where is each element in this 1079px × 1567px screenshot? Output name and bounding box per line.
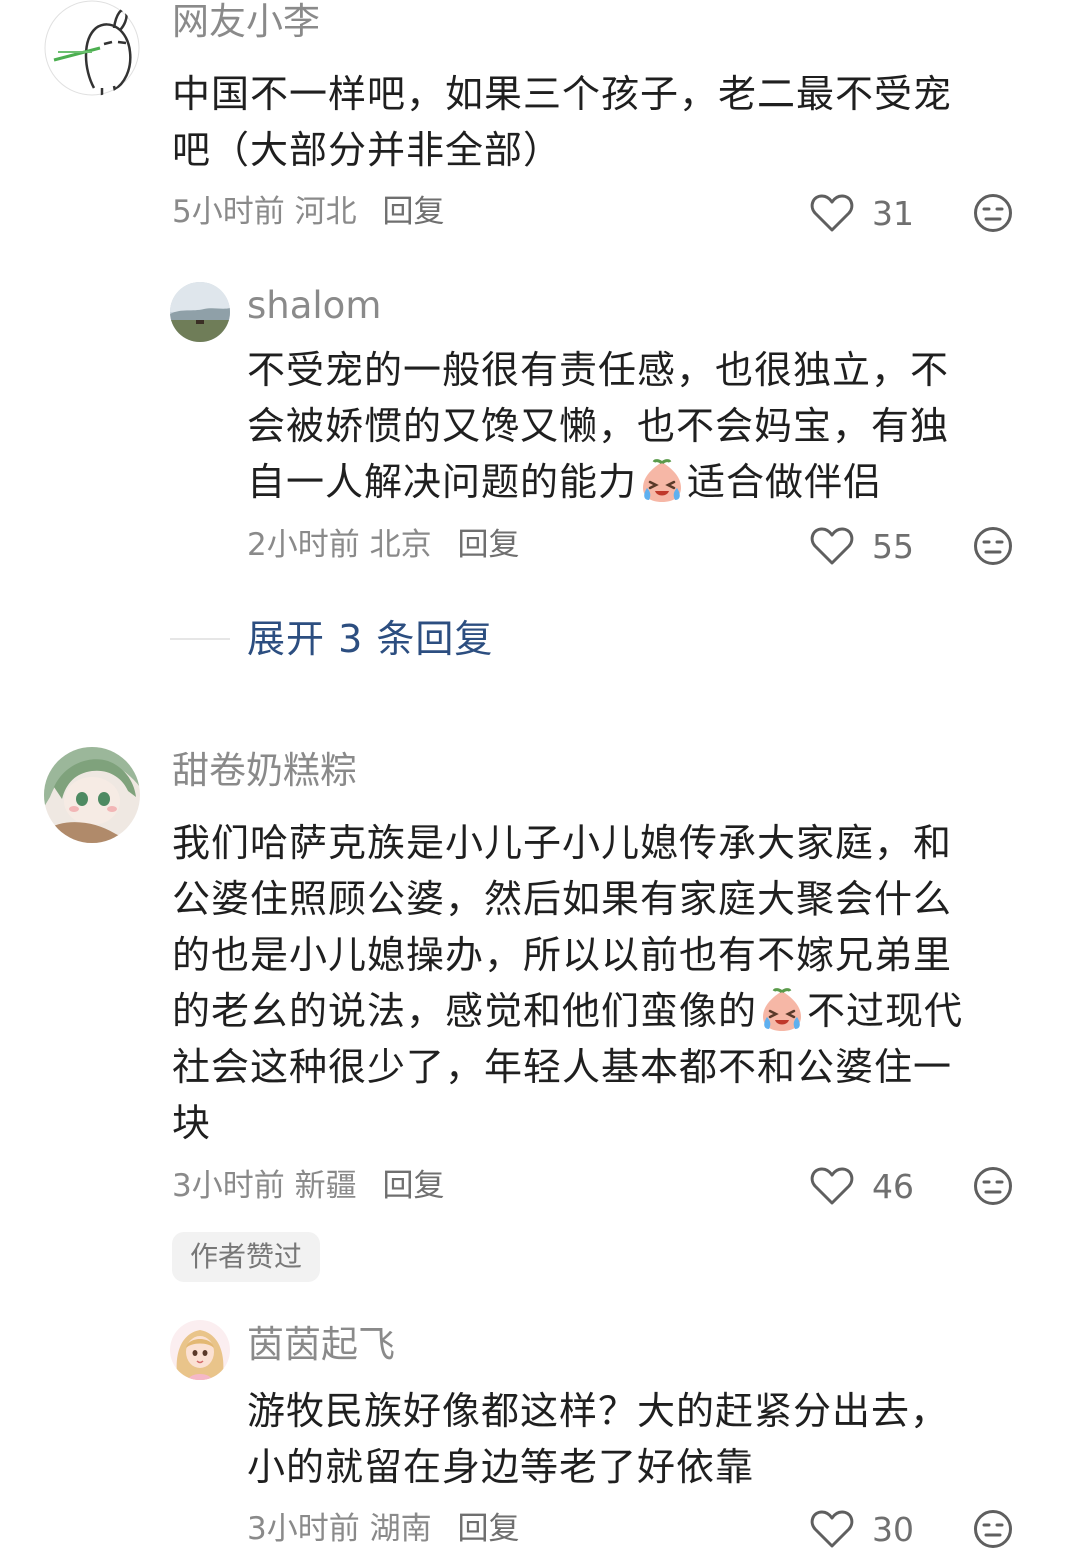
heart-outline-icon <box>810 526 854 566</box>
heart-outline-icon <box>810 1166 854 1206</box>
dislike-button[interactable] <box>973 526 1013 566</box>
username[interactable]: shalom <box>247 284 381 328</box>
comment-line: 游牧民族好像都这样？大的赶紧分出去， <box>247 1389 950 1433</box>
comment-line: 的老幺的说法，感觉和他们蛮像的 不过现代 <box>172 983 1052 1039</box>
time-text: 3小时前 <box>172 1168 285 1204</box>
comment-segment: 的老幺的说法，感觉和他们蛮像的 <box>172 989 758 1033</box>
comment-line: 不受宠的一般很有责任感，也很独立，不 <box>247 348 950 392</box>
time-text: 5小时前 <box>172 194 285 230</box>
comment-meta: 3小时前 新疆 回复 <box>172 1166 444 1206</box>
meh-face-icon <box>973 1509 1013 1549</box>
avatar[interactable] <box>44 747 140 843</box>
location-text: 北京 <box>369 527 432 563</box>
bunny-doodle-avatar-icon <box>44 0 140 96</box>
reply-button[interactable]: 回复 <box>382 1168 444 1204</box>
anime-girl-green-hair-avatar-icon <box>44 747 140 843</box>
location-text: 河北 <box>294 194 357 230</box>
comment-meta: 3小时前 湖南 回复 <box>247 1509 519 1549</box>
like-button[interactable]: 31 <box>810 190 914 236</box>
comment-line: 自一人解决问题的能力 适合做伴侣 <box>247 454 1037 510</box>
comment-line: 吧（大部分并非全部） <box>172 128 563 172</box>
comment-text: 游牧民族好像都这样？大的赶紧分出去， 小的就留在身边等老了好依靠 <box>247 1383 1037 1495</box>
dislike-button[interactable] <box>973 193 1013 233</box>
reply-button[interactable]: 回复 <box>457 527 519 563</box>
comment-line: 的也是小儿媳操办，所以以前也有不嫁兄弟里 <box>172 933 953 977</box>
comment-meta: 5小时前 河北 回复 <box>172 192 444 232</box>
like-count: 55 <box>872 526 914 566</box>
comment-meta: 2小时前 北京 回复 <box>247 525 519 565</box>
dislike-button[interactable] <box>973 1166 1013 1206</box>
username[interactable]: 甜卷奶糕粽 <box>172 749 357 793</box>
comment-text: 我们哈萨克族是小儿子小儿媳传承大家庭，和 公婆住照顾公婆，然后如果有家庭大聚会什… <box>172 815 1052 1151</box>
avatar[interactable] <box>170 282 230 342</box>
dislike-button[interactable] <box>973 1509 1013 1549</box>
avatar[interactable] <box>44 0 140 96</box>
comment-segment: 自一人解决问题的能力 <box>247 460 638 504</box>
landscape-photo-avatar-icon <box>170 282 230 342</box>
comment-line: 社会这种很少了，年轻人基本都不和公婆住一 <box>172 1045 953 1089</box>
time-text: 3小时前 <box>247 1511 360 1547</box>
crying-laughing-peach-emoji-icon <box>639 458 685 504</box>
cartoon-blonde-girl-avatar-icon <box>170 1320 230 1380</box>
like-button[interactable]: 30 <box>810 1506 914 1552</box>
comment-segment: 不过现代 <box>807 989 964 1033</box>
like-count: 31 <box>872 193 914 233</box>
comment-line: 公婆住照顾公婆，然后如果有家庭大聚会什么 <box>172 877 953 921</box>
comment-text: 中国不一样吧，如果三个孩子，老二最不受宠 吧（大部分并非全部） <box>172 66 1032 178</box>
meh-face-icon <box>973 193 1013 233</box>
avatar[interactable] <box>170 1320 230 1380</box>
meh-face-icon <box>973 526 1013 566</box>
heart-outline-icon <box>810 1509 854 1549</box>
crying-laughing-peach-emoji-icon <box>759 987 805 1033</box>
expand-replies-button[interactable]: 展开 3 条回复 <box>247 614 493 664</box>
reply-button[interactable]: 回复 <box>382 194 444 230</box>
comment-line: 中国不一样吧，如果三个孩子，老二最不受宠 <box>172 72 953 116</box>
location-text: 湖南 <box>369 1511 432 1547</box>
comment-line: 我们哈萨克族是小儿子小儿媳传承大家庭，和 <box>172 821 953 865</box>
comment-line: 会被娇惯的又馋又懒，也不会妈宝，有独 <box>247 404 950 448</box>
like-count: 30 <box>872 1509 914 1549</box>
expand-divider <box>170 638 230 640</box>
heart-outline-icon <box>810 193 854 233</box>
comment-text: 不受宠的一般很有责任感，也很独立，不 会被娇惯的又馋又懒，也不会妈宝，有独 自一… <box>247 342 1037 510</box>
location-text: 新疆 <box>294 1168 357 1204</box>
like-button[interactable]: 46 <box>810 1163 914 1209</box>
like-count: 46 <box>872 1166 914 1206</box>
username[interactable]: 网友小李 <box>172 0 320 44</box>
time-text: 2小时前 <box>247 527 360 563</box>
comment-line: 小的就留在身边等老了好依靠 <box>247 1445 755 1489</box>
username[interactable]: 茵茵起飞 <box>247 1323 395 1367</box>
comment-segment: 适合做伴侣 <box>687 460 883 504</box>
author-liked-badge: 作者赞过 <box>172 1232 321 1282</box>
reply-button[interactable]: 回复 <box>457 1511 519 1547</box>
meh-face-icon <box>973 1166 1013 1206</box>
comment-line: 块 <box>172 1101 212 1145</box>
like-button[interactable]: 55 <box>810 523 914 569</box>
